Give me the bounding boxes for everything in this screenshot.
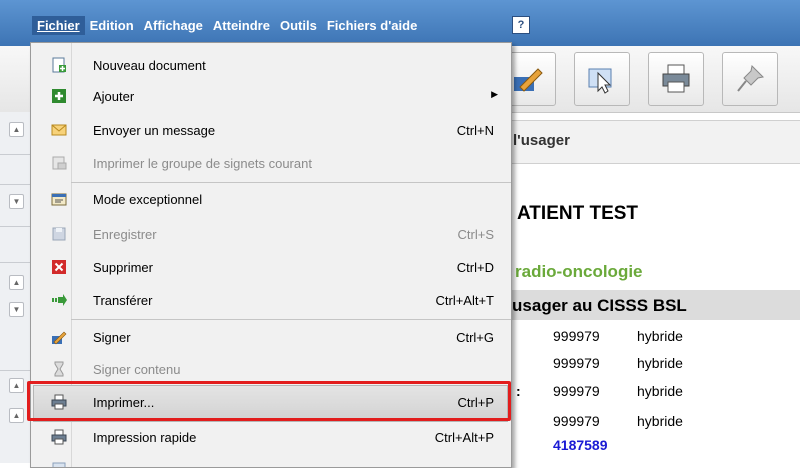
collapse-icon[interactable]: ▲ bbox=[9, 408, 24, 423]
section-title: l'usager bbox=[513, 132, 570, 149]
record-type: hybride bbox=[637, 383, 683, 399]
menu-item-transferer[interactable]: Transférer Ctrl+Alt+T bbox=[31, 285, 511, 316]
help-icon[interactable]: ? bbox=[512, 16, 530, 34]
dossier-link[interactable]: 4187589 bbox=[553, 437, 608, 453]
record-number: 999979 bbox=[553, 328, 600, 344]
record-type: hybride bbox=[637, 328, 683, 344]
record-number: 999979 bbox=[553, 355, 600, 371]
menu-item-supprimer[interactable]: Supprimer Ctrl+D bbox=[31, 252, 511, 283]
menu-item-nouveau-document[interactable]: Nouveau document bbox=[31, 50, 511, 81]
expand-icon[interactable]: ▼ bbox=[9, 302, 24, 317]
envelope-icon bbox=[51, 124, 67, 136]
record-type: hybride bbox=[637, 413, 683, 429]
menu-item-ajouter[interactable]: Ajouter ▶ bbox=[31, 81, 511, 112]
exceptional-mode-icon bbox=[51, 193, 67, 206]
annotation-highlight-box bbox=[27, 381, 511, 421]
menu-item-partial bbox=[31, 454, 511, 467]
record-number: 999979 bbox=[553, 383, 600, 399]
menu-atteindre[interactable]: Atteindre bbox=[208, 18, 275, 35]
new-document-icon bbox=[52, 57, 66, 73]
sign-icon bbox=[52, 331, 67, 345]
delete-icon bbox=[52, 260, 66, 274]
save-icon bbox=[52, 227, 66, 241]
pin-button[interactable] bbox=[722, 52, 778, 106]
hourglass-icon bbox=[54, 361, 64, 377]
cisss-heading: 'usager au CISSS BSL bbox=[508, 296, 687, 315]
print-bookmarks-icon bbox=[52, 156, 67, 170]
print-toolbar-button[interactable] bbox=[648, 52, 704, 106]
department-label: radio-oncologie bbox=[515, 262, 643, 281]
collapse-icon[interactable]: ▲ bbox=[9, 275, 24, 290]
printer-icon bbox=[662, 64, 690, 93]
menu-fichier[interactable]: Fichier bbox=[32, 16, 85, 35]
menu-item-enregistrer[interactable]: Enregistrer Ctrl+S bbox=[31, 219, 511, 250]
submenu-arrow-icon: ▶ bbox=[491, 89, 498, 99]
patient-name: ATIENT TEST bbox=[517, 203, 639, 224]
pin-icon bbox=[737, 64, 765, 92]
expand-icon[interactable]: ▼ bbox=[9, 194, 24, 209]
menu-item-impression-rapide[interactable]: Impression rapide Ctrl+Alt+P bbox=[31, 422, 511, 453]
menu-item-imprimer-groupe-signets[interactable]: Imprimer le groupe de signets courant bbox=[31, 148, 511, 179]
collapse-icon[interactable]: ▲ bbox=[9, 122, 24, 137]
record-number: 999979 bbox=[553, 413, 600, 429]
collapse-icon[interactable]: ▲ bbox=[9, 378, 24, 393]
select-arrow-icon bbox=[588, 68, 612, 94]
label-colon: : bbox=[516, 383, 521, 399]
sign-pen-icon bbox=[514, 68, 543, 92]
transfer-icon bbox=[52, 294, 67, 306]
add-icon bbox=[52, 89, 66, 103]
menu-affichage[interactable]: Affichage bbox=[139, 18, 208, 35]
menu-item-signer[interactable]: Signer Ctrl+G bbox=[31, 322, 511, 353]
record-type: hybride bbox=[637, 355, 683, 371]
menu-fichiers-aide[interactable]: Fichiers d'aide bbox=[322, 18, 423, 35]
menu-outils[interactable]: Outils bbox=[275, 18, 322, 35]
menu-item-mode-exceptionnel[interactable]: Mode exceptionnel bbox=[31, 184, 511, 215]
menu-edition[interactable]: Edition bbox=[85, 18, 139, 35]
menu-item-envoyer-message[interactable]: Envoyer un message Ctrl+N bbox=[31, 115, 511, 146]
quick-print-icon bbox=[51, 429, 67, 445]
menu-bar: Fichier Edition Affichage Atteindre Outi… bbox=[0, 0, 800, 46]
select-button[interactable] bbox=[574, 52, 630, 106]
